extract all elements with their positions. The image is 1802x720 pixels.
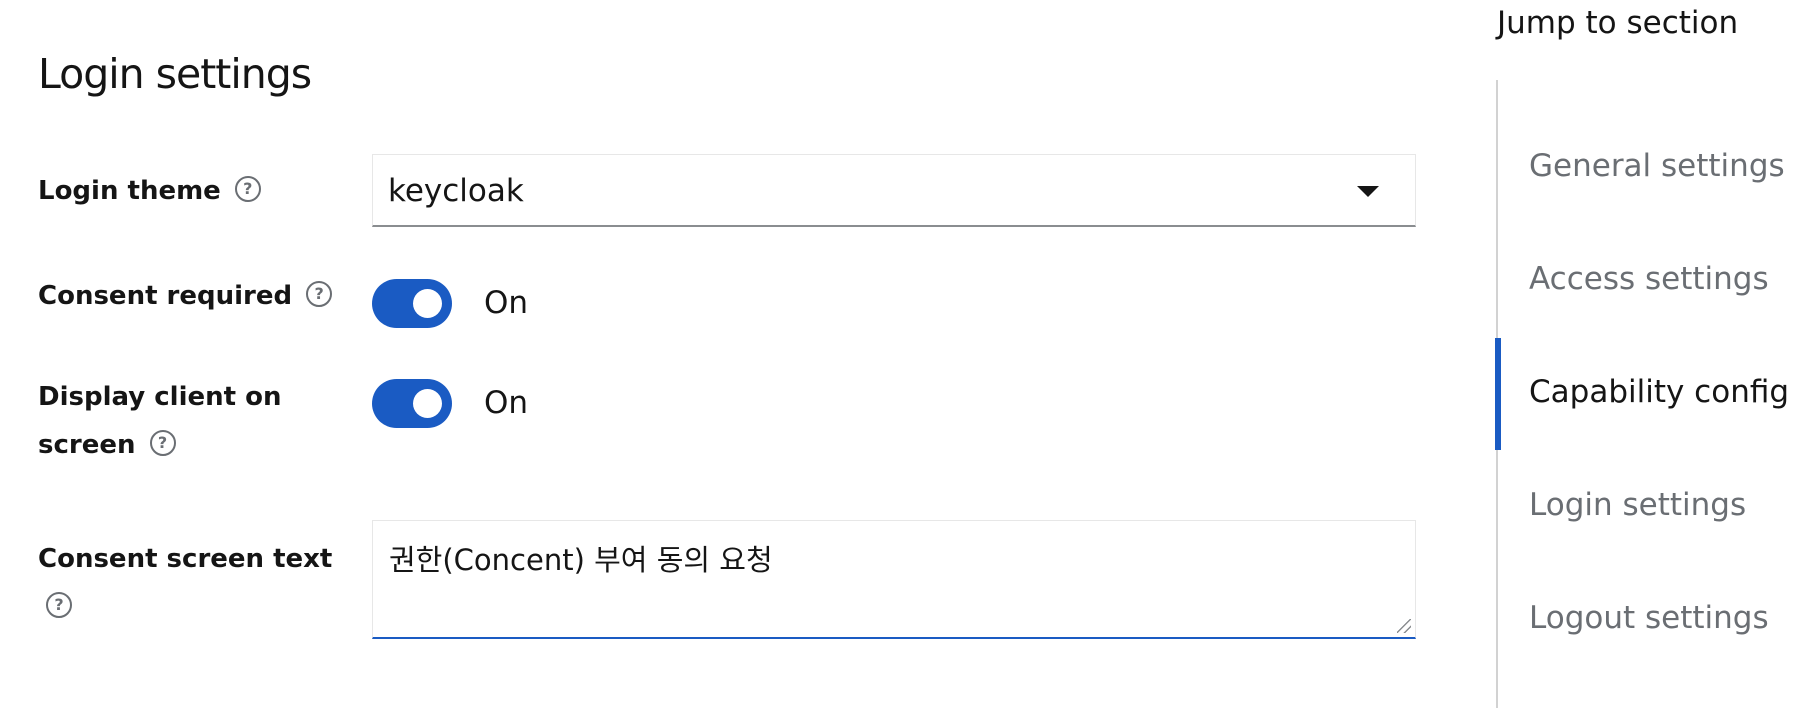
jump-item-access-settings[interactable]: Access settings <box>1529 261 1769 297</box>
jump-item-login-settings[interactable]: Login settings <box>1529 487 1746 523</box>
caret-down-icon <box>1357 186 1379 197</box>
consent-required-toggle[interactable] <box>372 279 452 328</box>
toggle-knob <box>413 389 442 418</box>
display-client-label-second: screen? <box>38 421 176 469</box>
consent-required-label-text: Consent required <box>38 281 293 311</box>
consent-required-state: On <box>484 285 529 321</box>
jump-to-section-title: Jump to section <box>1497 5 1739 41</box>
consent-text-textarea[interactable]: 권한(Concent) 부여 동의 요청 <box>372 520 1416 639</box>
help-circle-icon[interactable]: ? <box>149 429 176 456</box>
resize-handle[interactable] <box>1397 619 1411 633</box>
help-circle-icon[interactable]: ? <box>46 591 72 618</box>
consent-text-value: 권한(Concent) 부여 동의 요청 <box>389 543 773 577</box>
login-theme-label-text: Login theme <box>38 176 221 206</box>
consent-text-label: Consent screen text <box>38 535 332 583</box>
section-title: Login settings <box>38 50 312 98</box>
jump-item-general-settings[interactable]: General settings <box>1529 148 1785 184</box>
login-theme-value: keycloak <box>388 173 524 209</box>
help-circle-icon[interactable]: ? <box>306 280 333 307</box>
display-client-label: Display client on <box>38 373 281 421</box>
display-client-label-line1: Display client on <box>38 382 282 412</box>
display-client-label-line2: screen <box>38 430 136 460</box>
jump-item-logout-settings[interactable]: Logout settings <box>1529 600 1769 636</box>
jump-active-indicator <box>1495 338 1501 450</box>
login-theme-select[interactable]: keycloak <box>372 154 1416 227</box>
login-theme-label: Login theme? <box>38 167 261 215</box>
display-client-toggle[interactable] <box>372 379 452 428</box>
consent-text-help-row: ? <box>38 583 72 631</box>
login-settings-page: Login settings Login theme? keycloak Con… <box>0 0 1802 720</box>
jump-item-capability-config[interactable]: Capability config <box>1529 374 1789 410</box>
toggle-knob <box>413 289 442 318</box>
consent-required-label: Consent required? <box>38 272 333 320</box>
help-circle-icon[interactable]: ? <box>234 175 261 202</box>
display-client-state: On <box>484 385 529 421</box>
consent-text-label-line1: Consent screen text <box>38 544 333 574</box>
